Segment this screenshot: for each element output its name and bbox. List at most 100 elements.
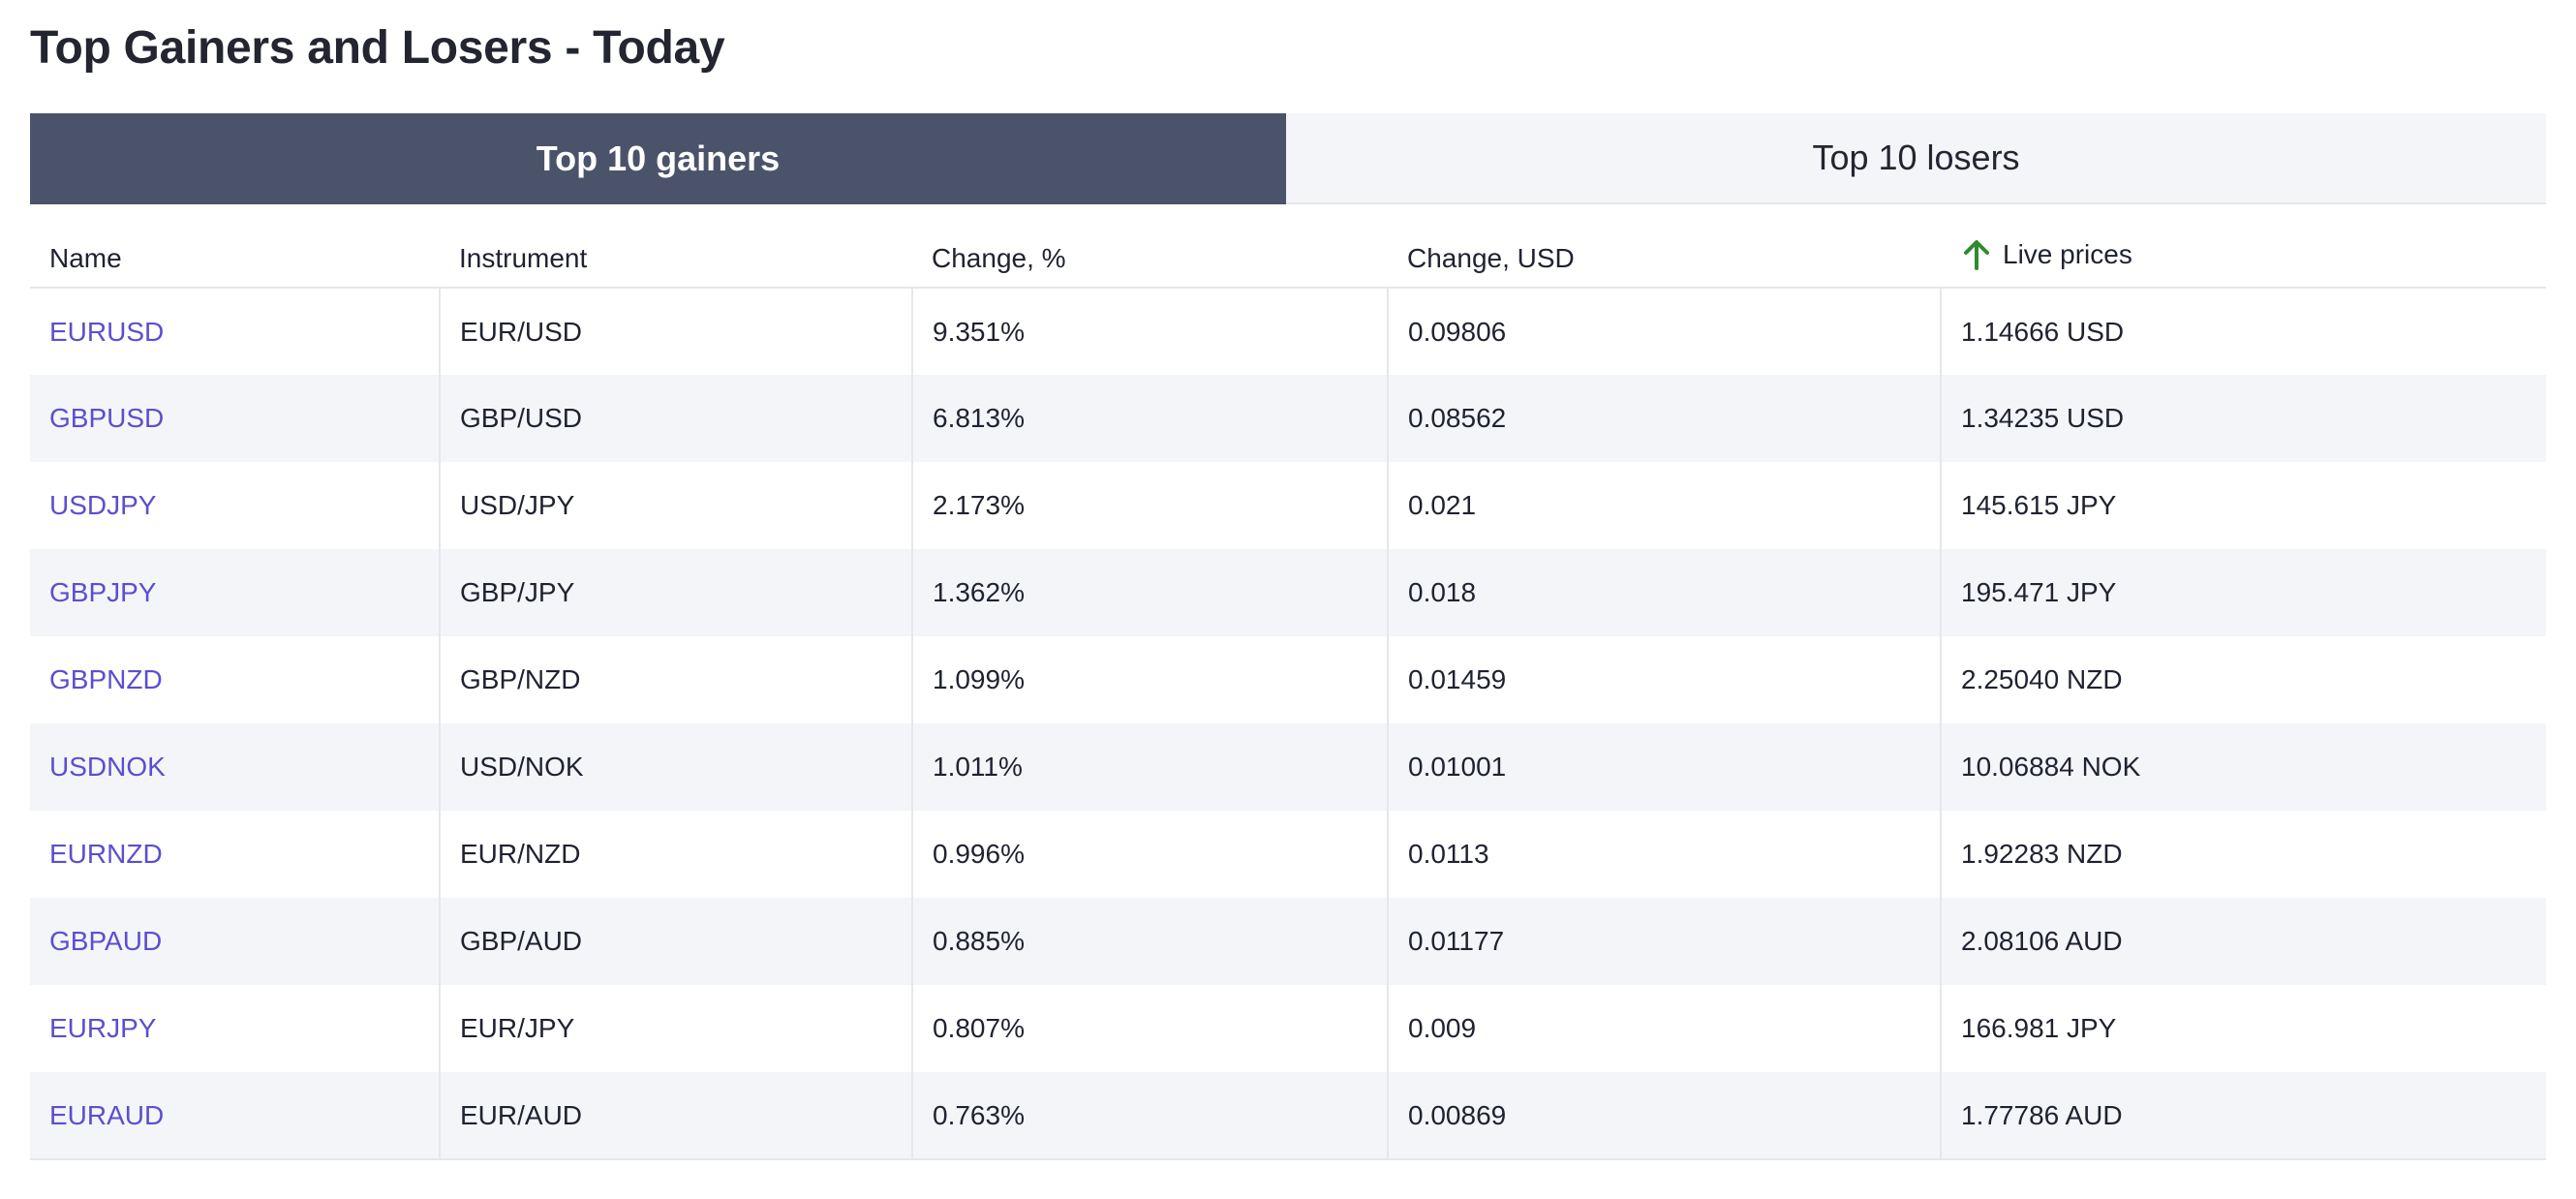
cell-instrument: USD/NOK [439, 723, 912, 811]
cell-instrument-value: USD/NOK [460, 752, 584, 782]
cell-instrument-value: GBP/JPY [460, 577, 575, 607]
cell-change-usd: 0.08562 [1387, 375, 1941, 462]
cell-live-price: 1.92283 NZD [1940, 811, 2546, 898]
table-row[interactable]: USDNOK USD/NOK 1.011% 0.01001 10.06884 NOK [30, 723, 2546, 811]
table-row[interactable]: EURNZD EUR/NZD 0.996% 0.0113 1.92283 NZD [30, 811, 2546, 898]
cell-change-pct-value: 9.351% [933, 316, 1025, 347]
cell-change-usd: 0.021 [1387, 462, 1941, 549]
cell-change-usd-value: 0.01177 [1408, 926, 1505, 956]
cell-change-pct-value: 2.173% [933, 490, 1025, 520]
cell-change-usd: 0.01459 [1387, 636, 1941, 723]
table-row[interactable]: GBPUSD GBP/USD 6.813% 0.08562 1.34235 USD [30, 375, 2546, 462]
cell-live-price-value: 1.92283 NZD [1961, 839, 2123, 869]
cell-name[interactable]: EURUSD [30, 288, 440, 375]
cell-live-price: 10.06884 NOK [1940, 723, 2546, 811]
cell-change-usd: 0.00869 [1387, 1072, 1941, 1160]
cell-change-usd-value: 0.09806 [1408, 316, 1507, 347]
instrument-link[interactable]: EURAUD [49, 1100, 164, 1130]
cell-change-pct: 1.011% [911, 723, 1388, 811]
tab-top-gainers[interactable]: Top 10 gainers [30, 113, 1286, 204]
table-row[interactable]: USDJPY USD/JPY 2.173% 0.021 145.615 JPY [30, 462, 2546, 549]
cell-instrument: GBP/JPY [439, 549, 912, 636]
cell-instrument: USD/JPY [439, 462, 912, 549]
cell-name[interactable]: USDJPY [30, 462, 440, 549]
cell-change-pct: 2.173% [911, 462, 1388, 549]
cell-change-pct-value: 0.763% [933, 1099, 1025, 1130]
cell-instrument: GBP/USD [439, 375, 912, 462]
cell-change-usd-value: 0.08562 [1408, 403, 1507, 433]
cell-change-pct: 0.996% [911, 811, 1388, 898]
cell-instrument: EUR/JPY [439, 985, 912, 1072]
instrument-link[interactable]: USDNOK [49, 752, 166, 782]
cell-instrument-value: GBP/NZD [460, 664, 581, 694]
cell-change-pct-value: 0.807% [933, 1013, 1025, 1043]
cell-name[interactable]: GBPNZD [30, 636, 440, 723]
cell-live-price-value: 166.981 JPY [1961, 1013, 2117, 1043]
cell-change-usd-value: 0.021 [1408, 490, 1477, 520]
cell-live-price: 1.77786 AUD [1940, 1072, 2546, 1160]
cell-change-pct: 9.351% [911, 288, 1388, 375]
instrument-link[interactable]: GBPNZD [49, 664, 163, 694]
column-header-live-prices[interactable]: Live prices [1941, 204, 2546, 289]
cell-change-usd: 0.009 [1387, 985, 1941, 1072]
cell-name[interactable]: EURAUD [30, 1072, 440, 1160]
cell-name[interactable]: GBPJPY [30, 549, 440, 636]
instrument-link[interactable]: GBPUSD [49, 403, 164, 433]
page-title: Top Gainers and Losers - Today [30, 22, 725, 74]
column-header-name: Name [30, 204, 440, 289]
cell-name[interactable]: USDNOK [30, 723, 440, 811]
cell-live-price: 166.981 JPY [1940, 985, 2546, 1072]
cell-name[interactable]: GBPUSD [30, 375, 440, 462]
cell-live-price-value: 10.06884 NOK [1961, 752, 2141, 782]
cell-change-pct-value: 0.885% [933, 926, 1025, 956]
cell-live-price-value: 2.08106 AUD [1961, 926, 2123, 956]
cell-change-usd-value: 0.0113 [1408, 839, 1489, 869]
cell-name[interactable]: EURJPY [30, 985, 440, 1072]
cell-change-pct-value: 1.099% [933, 664, 1025, 694]
instrument-link[interactable]: EURNZD [49, 839, 163, 869]
cell-live-price-value: 145.615 JPY [1961, 490, 2117, 520]
table-body: EURUSD EUR/USD 9.351% 0.09806 1.14666 USD GBP… [30, 288, 2546, 1160]
table-row[interactable]: GBPAUD GBP/AUD 0.885% 0.01177 2.08106 AUD [30, 898, 2546, 985]
cell-change-pct-value: 6.813% [933, 403, 1025, 433]
cell-change-pct-value: 1.362% [933, 577, 1025, 607]
table-row[interactable]: GBPJPY GBP/JPY 1.362% 0.018 195.471 JPY [30, 549, 2546, 636]
cell-change-pct-value: 1.011% [933, 752, 1023, 782]
table-row[interactable]: EURAUD EUR/AUD 0.763% 0.00869 1.77786 AUD [30, 1072, 2546, 1160]
cell-instrument: EUR/AUD [439, 1072, 912, 1160]
cell-live-price: 195.471 JPY [1940, 549, 2546, 636]
cell-live-price: 145.615 JPY [1940, 462, 2546, 549]
cell-instrument-value: EUR/AUD [460, 1099, 583, 1130]
cell-name[interactable]: GBPAUD [30, 898, 440, 985]
cell-live-price-value: 195.471 JPY [1961, 577, 2117, 607]
cell-change-usd-value: 0.009 [1408, 1013, 1477, 1043]
cell-live-price: 2.08106 AUD [1940, 898, 2546, 985]
instrument-link[interactable]: USDJPY [49, 490, 156, 520]
live-prices-label: Live prices [2003, 239, 2132, 269]
table-row[interactable]: GBPNZD GBP/NZD 1.099% 0.01459 2.25040 NZD [30, 636, 2546, 723]
cell-change-pct: 0.885% [911, 898, 1388, 985]
cell-instrument: GBP/NZD [439, 636, 912, 723]
instrument-link[interactable]: GBPJPY [49, 577, 156, 607]
column-header-change-usd: Change, USD [1388, 204, 1941, 289]
cell-name[interactable]: EURNZD [30, 811, 440, 898]
tab-top-losers[interactable]: Top 10 losers [1286, 113, 2546, 204]
table-row[interactable]: EURJPY EUR/JPY 0.807% 0.009 166.981 JPY [30, 985, 2546, 1072]
instrument-link[interactable]: EURUSD [49, 317, 164, 347]
cell-change-usd-value: 0.01459 [1408, 664, 1507, 694]
table-row[interactable]: EURUSD EUR/USD 9.351% 0.09806 1.14666 USD [30, 288, 2546, 375]
cell-instrument-value: GBP/USD [460, 403, 583, 433]
cell-change-usd-value: 0.00869 [1408, 1099, 1507, 1130]
cell-change-pct: 6.813% [911, 375, 1388, 462]
cell-change-usd: 0.018 [1387, 549, 1941, 636]
cell-instrument-value: USD/JPY [460, 490, 575, 520]
cell-change-pct: 0.763% [911, 1072, 1388, 1160]
cell-change-usd-value: 0.01001 [1408, 752, 1507, 782]
arrow-up-icon [1964, 240, 1989, 270]
cell-live-price: 1.34235 USD [1940, 375, 2546, 462]
cell-instrument-value: EUR/JPY [460, 1013, 575, 1043]
instrument-link[interactable]: GBPAUD [49, 926, 162, 956]
instrument-link[interactable]: EURJPY [49, 1013, 156, 1043]
cell-change-pct: 0.807% [911, 985, 1388, 1072]
cell-change-usd-value: 0.018 [1408, 577, 1477, 607]
